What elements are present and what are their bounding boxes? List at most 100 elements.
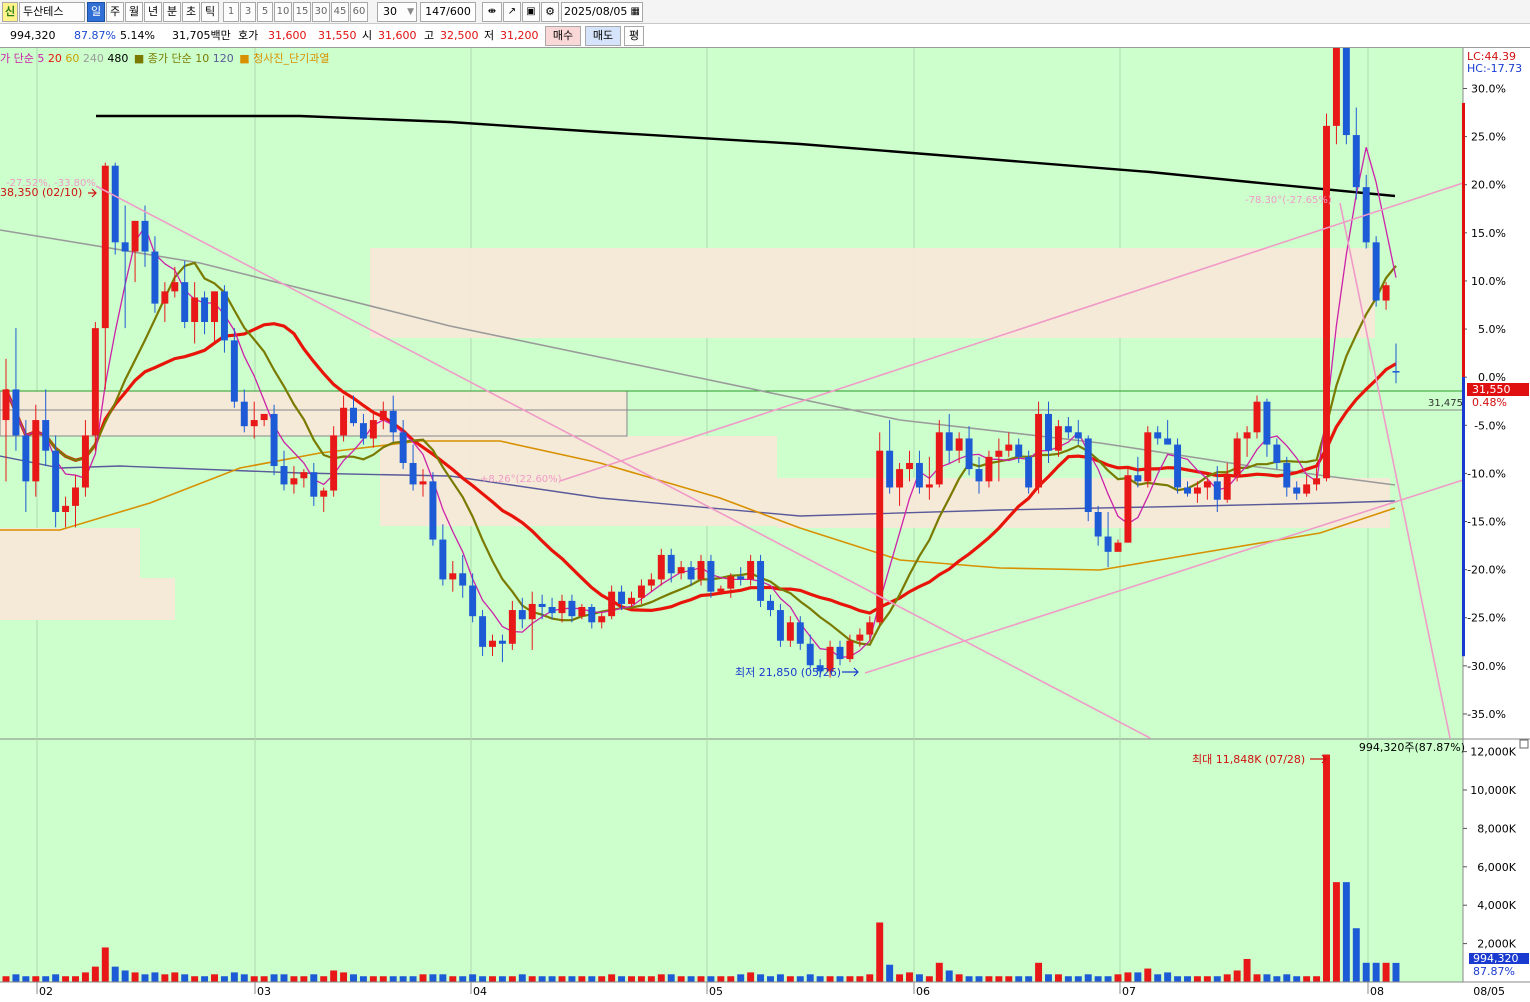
period-button-5[interactable]: 초 <box>182 2 200 22</box>
save-icon[interactable]: ▣ <box>522 2 540 22</box>
candle-body <box>886 450 894 488</box>
interval-select[interactable]: 30 ▼ <box>377 2 417 22</box>
percent-tick-label: -5.0% <box>1474 419 1506 432</box>
sell-button[interactable]: 매도 <box>585 26 621 46</box>
candle-body <box>657 554 665 580</box>
candle-body <box>697 561 705 580</box>
fit-width-icon[interactable]: ⇼ <box>482 2 502 22</box>
ma-volume-prefix-text: 종가 단순 <box>147 52 192 65</box>
candle-body <box>1372 242 1380 301</box>
stock-name-field[interactable]: 두산테스 <box>19 2 85 22</box>
annotation-mid-pct: +8.26°(22.60%) <box>480 474 562 485</box>
volume-bar <box>171 972 179 982</box>
period-button-6[interactable]: 틱 <box>201 2 219 22</box>
candle-body <box>935 432 943 485</box>
volume-bar <box>1084 974 1092 982</box>
volume-bar <box>111 966 119 982</box>
volume-tick-label: 4,000K <box>1477 899 1516 912</box>
volume-bar <box>707 976 715 982</box>
count-field[interactable]: 147/600 <box>420 2 476 22</box>
period-button-1[interactable]: 주 <box>106 2 124 22</box>
date-field[interactable]: 2025/08/05 ▦ <box>561 2 643 22</box>
percent-tick-label: 25.0% <box>1471 131 1506 144</box>
stock-badge[interactable]: 신 <box>2 2 18 22</box>
candle-body <box>171 282 179 292</box>
draw-tool-icon[interactable]: ↗ <box>503 2 521 22</box>
volume-bar <box>925 976 933 982</box>
candle-body <box>1323 125 1330 479</box>
candle-body <box>81 435 89 488</box>
volume-bar <box>876 922 884 982</box>
candle-body <box>459 573 467 586</box>
axis-up-range <box>1462 102 1465 378</box>
volume-bar <box>1074 976 1082 982</box>
candle-body <box>369 420 377 439</box>
interval-button-10[interactable]: 10 <box>274 2 292 22</box>
volume-bar <box>1154 974 1162 982</box>
candle-body <box>469 585 477 617</box>
ma-20-label: 20 <box>47 52 62 65</box>
open-price: 31,600 <box>378 29 417 42</box>
interval-button-5[interactable]: 5 <box>257 2 273 22</box>
volume-tick-label: 8,000K <box>1477 822 1516 835</box>
volume-bar <box>201 976 209 982</box>
candle-body <box>1313 478 1321 485</box>
annotation-volume-current: 994,320주(87.87%) <box>1359 741 1465 754</box>
candle-body <box>62 505 70 512</box>
calendar-icon: ▦ <box>630 6 640 17</box>
candle-body <box>856 634 864 641</box>
interval-button-45[interactable]: 45 <box>331 2 349 22</box>
volume-bar <box>1213 976 1221 982</box>
interval-button-15[interactable]: 15 <box>293 2 311 22</box>
volume-bar <box>409 976 417 982</box>
price-tag-label: 31,550 <box>1472 383 1511 396</box>
candle-body <box>1243 432 1251 439</box>
candle-body <box>439 539 447 580</box>
open-label: 시 <box>362 29 373 42</box>
buy-button[interactable]: 매수 <box>545 26 581 46</box>
volume-bar <box>101 947 109 982</box>
volume-tick-label: 2,000K <box>1477 938 1516 951</box>
candle-body <box>608 591 616 617</box>
volume-bar <box>975 976 983 982</box>
candle-body <box>1174 444 1182 488</box>
chart-canvas[interactable]: 38,350 (02/10)-27.52%, -33.80%최저 21,850 … <box>0 3 1530 999</box>
interval-button-1[interactable]: 1 <box>223 2 239 22</box>
volume-bar <box>250 976 258 982</box>
ma-480-label: 480 <box>107 52 129 65</box>
candle-body <box>1124 475 1132 543</box>
candle-body <box>121 242 129 252</box>
volume-bar <box>449 976 457 982</box>
percent-tick-label: 20.0% <box>1471 179 1506 192</box>
period-button-4[interactable]: 분 <box>163 2 181 22</box>
candle-body <box>1074 432 1082 439</box>
period-button-0[interactable]: 일 <box>87 2 105 22</box>
interval-button-30[interactable]: 30 <box>312 2 330 22</box>
candle-body <box>528 603 536 620</box>
gear-icon[interactable]: ⚙ <box>541 2 559 22</box>
volume-bar <box>1045 974 1052 982</box>
candle-body <box>598 616 606 623</box>
volume-ratio: 87.87% <box>74 29 116 42</box>
percent-tick-label: -30.0% <box>1467 660 1506 673</box>
avg-button[interactable]: 평 <box>624 26 644 46</box>
candle-body <box>1094 511 1102 537</box>
volume-bar <box>1054 974 1062 982</box>
annotation-recent-high-pct: -78.30°(-27.65%) <box>1245 195 1332 206</box>
period-button-2[interactable]: 월 <box>125 2 143 22</box>
candle-body <box>240 401 248 427</box>
volume-bar <box>479 976 487 982</box>
ma-legend: 가 단순 5 20 60 240 480 ■ 종가 단순 10 120 ■ 청사… <box>0 50 329 66</box>
candle-body <box>925 484 933 488</box>
interval-button-3[interactable]: 3 <box>240 2 256 22</box>
candle-body <box>836 646 844 660</box>
period-button-3[interactable]: 년 <box>144 2 162 22</box>
volume-bar <box>846 976 854 982</box>
volume-bar <box>1134 972 1142 982</box>
candle-body <box>91 328 99 436</box>
price-chart[interactable]: 38,350 (02/10) -27.52%, -33.80% 최저 21,850 … <box>0 3 1530 999</box>
candle-body <box>846 640 854 660</box>
candle-body <box>806 643 814 666</box>
interval-button-60[interactable]: 60 <box>350 2 368 22</box>
volume-bar <box>1352 928 1360 982</box>
